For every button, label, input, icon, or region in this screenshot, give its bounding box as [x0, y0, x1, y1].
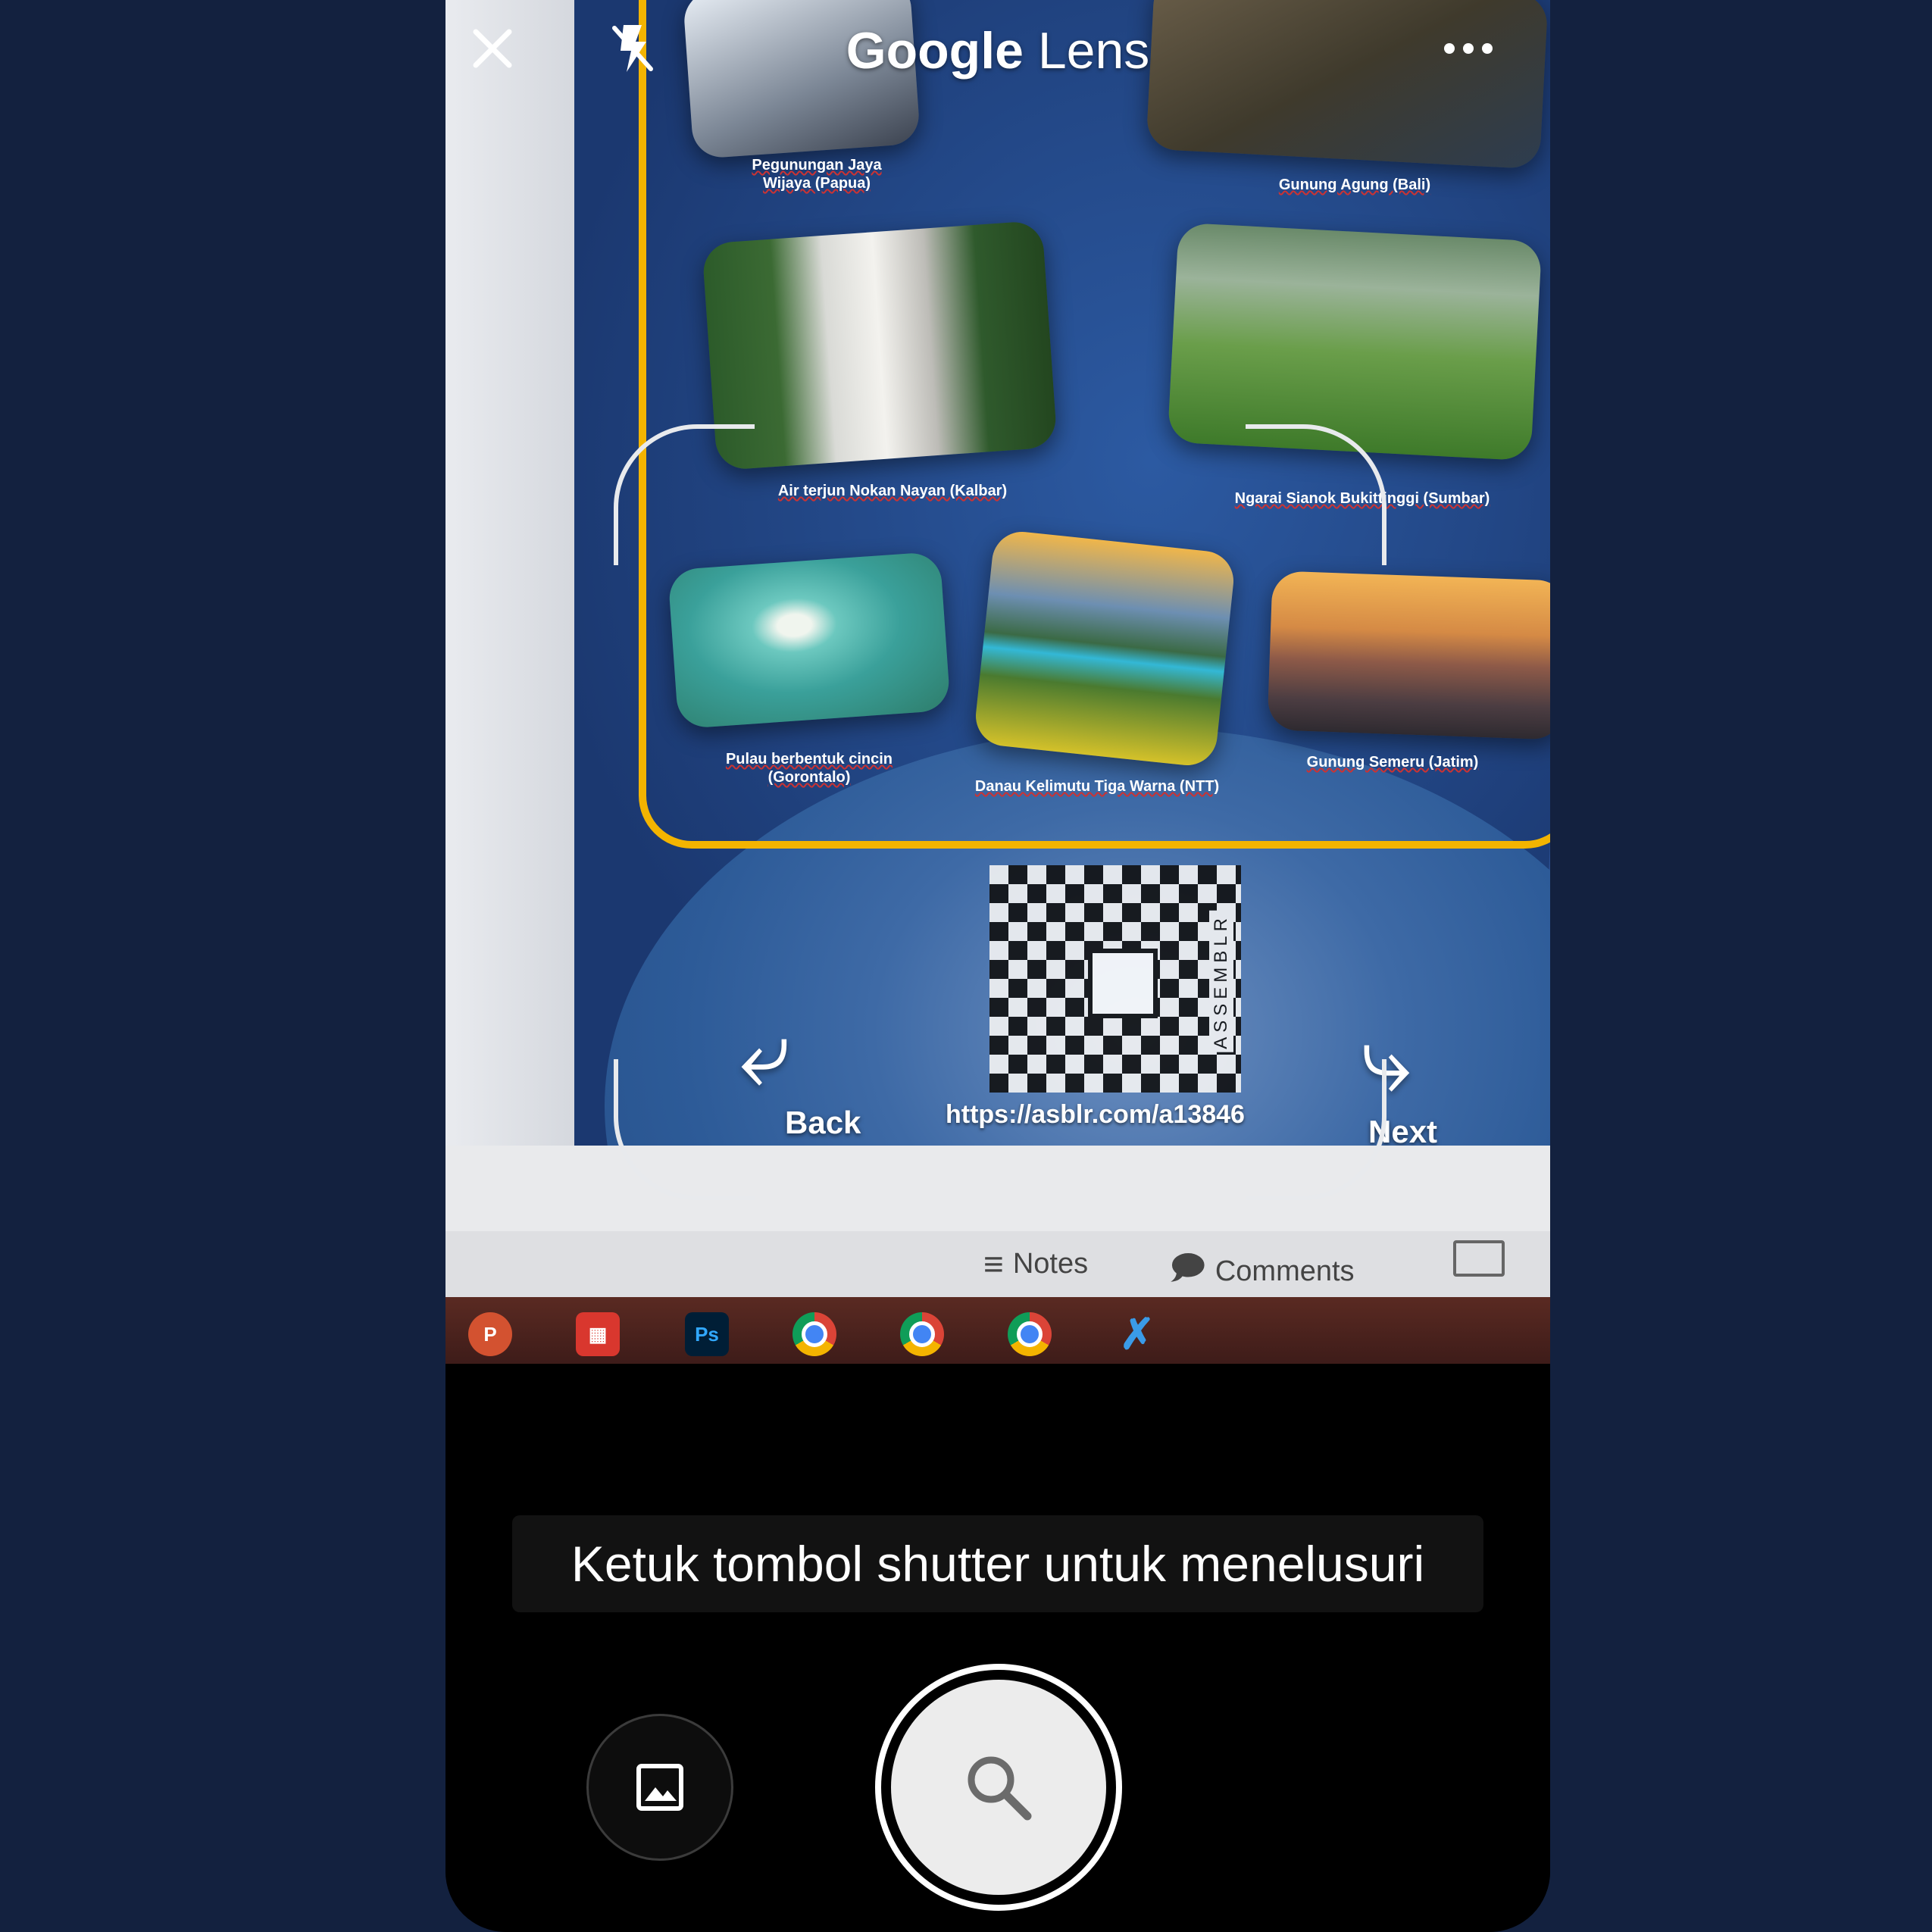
notes-status-item: ≡ Notes — [983, 1243, 1088, 1284]
app-icon-red: ▦ — [576, 1312, 620, 1356]
photo-ngarai-sianok — [1167, 222, 1543, 461]
view-icon — [1453, 1240, 1505, 1277]
search-icon — [968, 1756, 1032, 1821]
photoshop-icon: Ps — [685, 1312, 729, 1356]
caption-gunung-semeru: Gunung Semeru (Jatim) — [1306, 754, 1479, 771]
phone-screen: Pegunungan Jaya Wijaya (Papua) Gunung Ag… — [445, 0, 1550, 1932]
photo-danau-kelimutu — [973, 529, 1236, 768]
comments-label: Comments — [1215, 1255, 1355, 1287]
powerpoint-icon: P — [468, 1312, 512, 1356]
qr-brand-label: ASSEMBLR — [1209, 911, 1233, 1052]
chrome-icon-3 — [1008, 1312, 1052, 1356]
photo-gunung-semeru — [1267, 571, 1550, 740]
caption-gunung-agung: Gunung Agung (Bali) — [1278, 177, 1431, 193]
qr-code — [1088, 949, 1158, 1018]
photo-pulau-cincin — [667, 551, 951, 730]
slide-back-label: Back — [785, 1105, 861, 1140]
gallery-button[interactable] — [586, 1714, 733, 1861]
app-title: Google Lens — [846, 22, 1150, 80]
ppt-status-bar: ≡ Notes 🗩 Comments — [445, 1231, 1550, 1298]
top-bar: Google Lens — [445, 0, 1550, 98]
slide-edge — [445, 0, 574, 1152]
hint-text: Ketuk tombol shutter untuk menelusuri — [512, 1515, 1483, 1612]
notes-icon: ≡ — [983, 1244, 1004, 1283]
comment-icon: 🗩 — [1169, 1249, 1206, 1286]
chrome-icon-1 — [792, 1312, 836, 1356]
caption-air-terjun: Air terjun Nokan Nayan (Kalbar) — [777, 483, 1008, 499]
chrome-icon-2 — [900, 1312, 944, 1356]
caption-danau-kelimutu: Danau Kelimutu Tiga Warna (NTT) — [974, 778, 1220, 795]
windows-taskbar: P ▦ Ps ✗ — [445, 1297, 1550, 1364]
caption-pulau-cincin: Pulau berbentuk cincin (Gorontalo) — [725, 751, 893, 786]
caption-jaya-wijaya: Pegunungan Jaya Wijaya (Papua) — [752, 157, 882, 192]
qr-code-card: ASSEMBLR — [989, 865, 1241, 1093]
more-options-button[interactable] — [1438, 18, 1499, 79]
photo-air-terjun — [702, 220, 1058, 471]
notes-label: Notes — [1012, 1247, 1089, 1280]
shutter-button[interactable] — [875, 1664, 1122, 1911]
more-icon — [1444, 43, 1493, 54]
shutter-inner — [891, 1680, 1106, 1895]
vscode-icon: ✗ — [1119, 1310, 1155, 1358]
slide-url: https://asblr.com/a13846 — [946, 1100, 1245, 1129]
camera-viewfinder: Pegunungan Jaya Wijaya (Papua) Gunung Ag… — [445, 0, 1550, 1364]
gallery-icon — [636, 1764, 683, 1811]
comments-status-item: 🗩 Comments — [1169, 1243, 1355, 1300]
